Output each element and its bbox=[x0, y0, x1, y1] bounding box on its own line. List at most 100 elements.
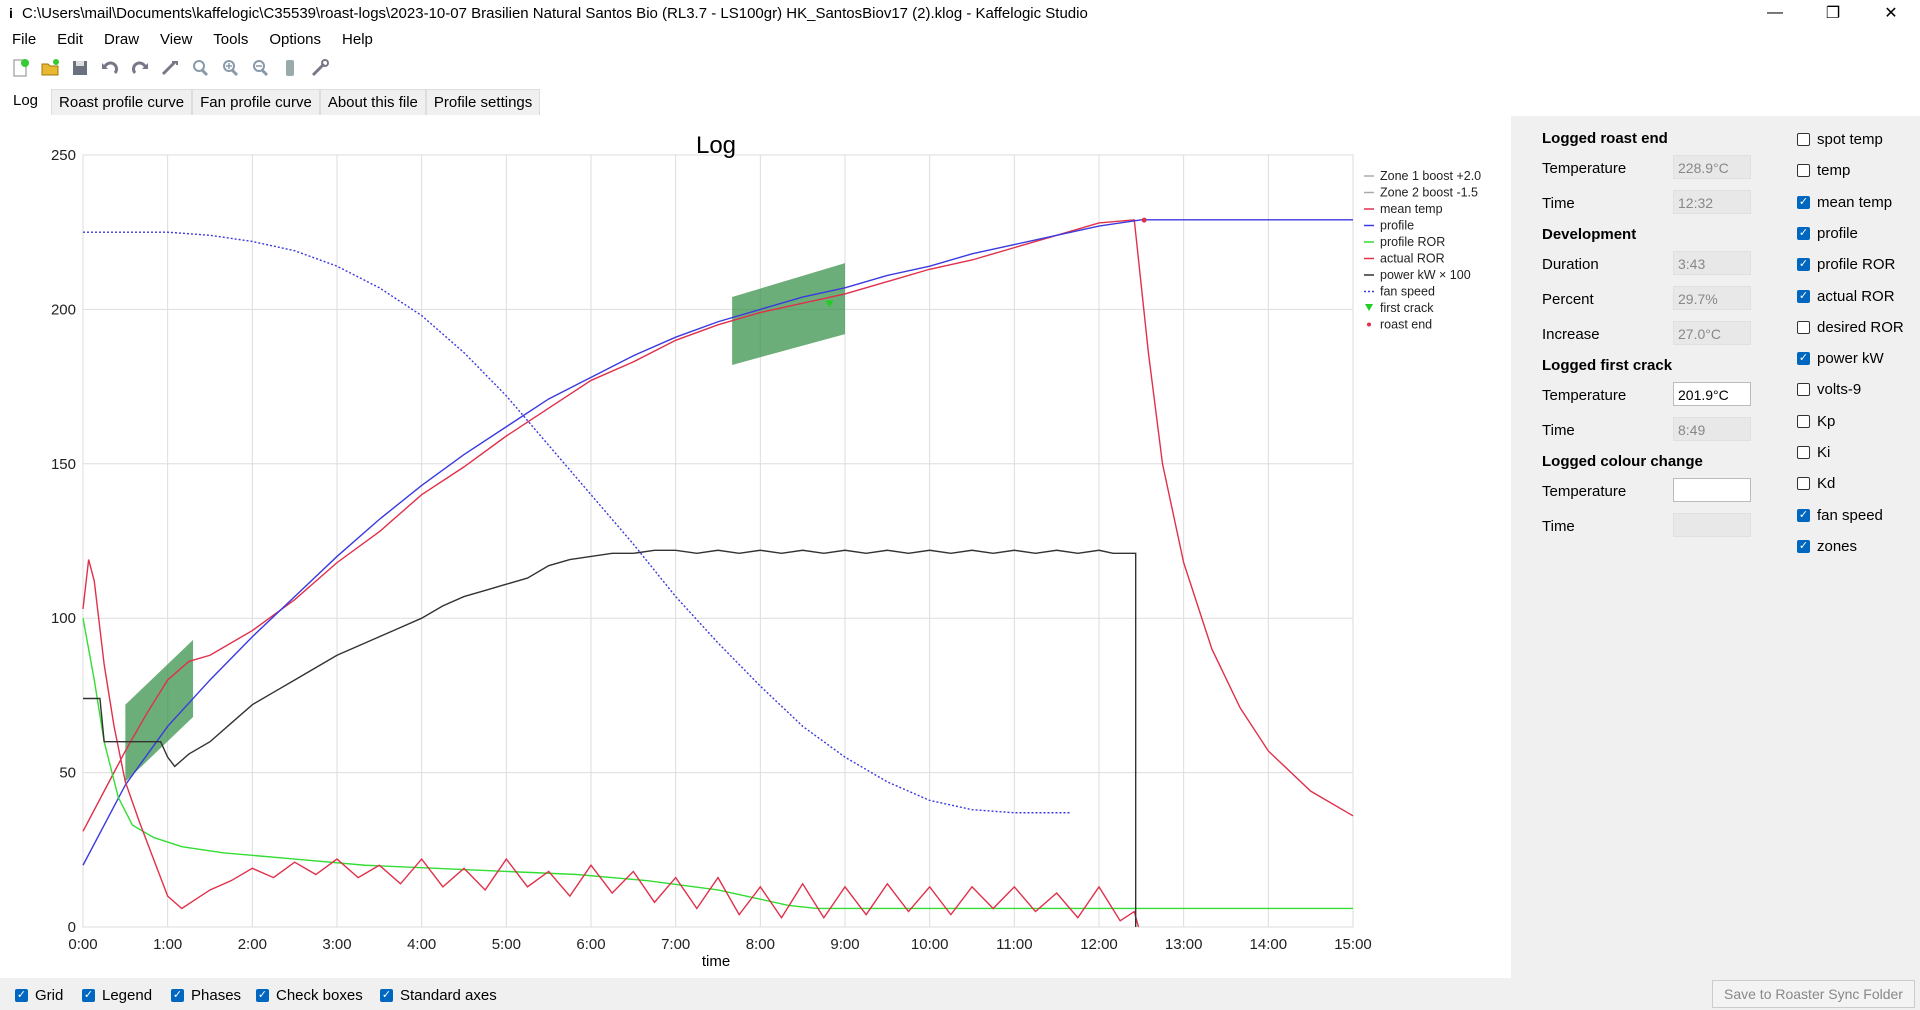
minimize-button[interactable]: — bbox=[1746, 0, 1804, 26]
checkbox-desired-ror[interactable]: desired ROR bbox=[1797, 319, 1904, 336]
legend-item: roast end bbox=[1380, 318, 1432, 332]
chart-title: Log bbox=[696, 132, 736, 159]
checked-checkbox-icon[interactable]: ✓ bbox=[82, 989, 95, 1002]
menu-view[interactable]: View bbox=[148, 31, 201, 48]
checkbox-power-kw[interactable]: ✓ power kW bbox=[1797, 350, 1884, 367]
x-tick-label: 2:00 bbox=[238, 936, 267, 953]
checked-checkbox-icon[interactable]: ✓ bbox=[1797, 352, 1810, 366]
y-tick-label: 250 bbox=[51, 147, 76, 164]
x-axis-label: time bbox=[702, 953, 730, 970]
checked-checkbox-icon[interactable]: ✓ bbox=[380, 989, 393, 1002]
roaster-icon[interactable] bbox=[278, 56, 302, 80]
close-button[interactable]: ✕ bbox=[1862, 0, 1920, 26]
x-tick-label: 15:00 bbox=[1334, 936, 1372, 953]
checkbox-kd[interactable]: Kd bbox=[1797, 475, 1835, 492]
x-tick-label: 13:00 bbox=[1165, 936, 1203, 953]
checkbox-label: zones bbox=[1817, 537, 1858, 555]
unchecked-checkbox-icon[interactable] bbox=[1797, 320, 1810, 334]
checked-checkbox-icon[interactable]: ✓ bbox=[1797, 226, 1810, 240]
tab-log[interactable]: Log bbox=[0, 89, 52, 115]
checkbox-legend[interactable]: ✓ Legend bbox=[82, 987, 152, 1004]
unchecked-checkbox-icon[interactable] bbox=[1797, 383, 1810, 397]
checkbox-label: Standard axes bbox=[400, 987, 497, 1004]
settings-wand-icon[interactable] bbox=[308, 56, 332, 80]
menu-options[interactable]: Options bbox=[257, 31, 330, 48]
checkbox-label: Legend bbox=[102, 987, 153, 1004]
save-icon[interactable] bbox=[68, 56, 92, 80]
checked-checkbox-icon[interactable]: ✓ bbox=[256, 989, 269, 1002]
title-bar: i C:\Users\mail\Documents\kaffelogic\C35… bbox=[0, 0, 1920, 26]
unchecked-checkbox-icon[interactable] bbox=[1797, 164, 1810, 178]
new-file-icon[interactable] bbox=[8, 56, 32, 80]
legend-item: first crack bbox=[1380, 301, 1434, 315]
x-tick-label: 12:00 bbox=[1080, 936, 1118, 953]
checkbox-grid[interactable]: ✓ Grid bbox=[15, 987, 63, 1004]
checkbox-label: desired ROR bbox=[1817, 318, 1904, 336]
tab-bar: Log Roast profile curve Fan profile curv… bbox=[0, 89, 541, 115]
menu-tools[interactable]: Tools bbox=[201, 31, 257, 48]
first-crack-temp-input[interactable]: 201.9°C bbox=[1673, 382, 1751, 406]
menu-edit[interactable]: Edit bbox=[45, 31, 92, 48]
checkbox-label: mean temp bbox=[1817, 193, 1893, 211]
redo-icon[interactable] bbox=[128, 56, 152, 80]
colour-change-temp-input[interactable] bbox=[1673, 478, 1751, 502]
development-heading: Development bbox=[1542, 226, 1637, 243]
checkbox-spot-temp[interactable]: spot temp bbox=[1797, 131, 1883, 148]
menu-draw[interactable]: Draw bbox=[92, 31, 148, 48]
checkbox-standard-axes[interactable]: ✓ Standard axes bbox=[380, 987, 497, 1004]
undo-icon[interactable] bbox=[98, 56, 122, 80]
checked-checkbox-icon[interactable]: ✓ bbox=[171, 989, 184, 1002]
percent-field: 29.7% bbox=[1673, 286, 1751, 310]
checkbox-volts-9[interactable]: volts-9 bbox=[1797, 381, 1861, 398]
unchecked-checkbox-icon[interactable] bbox=[1797, 133, 1810, 146]
tab-profile-settings[interactable]: Profile settings bbox=[425, 89, 541, 115]
menu-help[interactable]: Help bbox=[330, 31, 382, 48]
checkbox-temp[interactable]: temp bbox=[1797, 162, 1850, 179]
x-tick-label: 7:00 bbox=[661, 936, 690, 953]
checked-checkbox-icon[interactable]: ✓ bbox=[1797, 539, 1810, 553]
zoom-in-icon[interactable] bbox=[218, 56, 242, 80]
menu-file[interactable]: File bbox=[0, 31, 45, 48]
increase-field: 27.0°C bbox=[1673, 321, 1751, 345]
x-tick-label: 14:00 bbox=[1250, 936, 1288, 953]
log-chart[interactable]: 0:00 1:00 2:00 3:00 4:00 5:00 6:00 7:00 8:00 9:00… bbox=[4, 116, 1511, 978]
checkbox-label: power kW bbox=[1817, 350, 1884, 368]
unchecked-checkbox-icon[interactable] bbox=[1797, 477, 1810, 491]
checkbox-mean-temp[interactable]: ✓ mean temp bbox=[1797, 194, 1892, 211]
checkbox-actual-ror[interactable]: ✓ actual ROR bbox=[1797, 288, 1895, 305]
checked-checkbox-icon[interactable]: ✓ bbox=[1797, 195, 1810, 209]
save-to-roaster-sync-folder-button[interactable]: Save to Roaster Sync Folder bbox=[1712, 980, 1915, 1008]
checkbox-label: profile bbox=[1817, 224, 1858, 242]
checkbox-profile[interactable]: ✓ profile bbox=[1797, 225, 1858, 242]
checkbox-phases[interactable]: ✓ Phases bbox=[171, 987, 241, 1004]
app-info-icon: i bbox=[9, 5, 13, 21]
checkbox-check-boxes[interactable]: ✓ Check boxes bbox=[256, 987, 363, 1004]
restore-button[interactable]: ❐ bbox=[1804, 0, 1862, 26]
legend-swatch bbox=[1365, 304, 1373, 311]
tab-fan-profile-curve[interactable]: Fan profile curve bbox=[192, 89, 320, 115]
checked-checkbox-icon[interactable]: ✓ bbox=[1797, 508, 1810, 522]
unchecked-checkbox-icon[interactable] bbox=[1797, 414, 1810, 428]
x-tick-label: 11:00 bbox=[996, 936, 1032, 953]
measure-icon[interactable] bbox=[158, 56, 182, 80]
zoom-out-icon[interactable] bbox=[248, 56, 272, 80]
checkbox-ki[interactable]: Ki bbox=[1797, 444, 1830, 461]
checked-checkbox-icon[interactable]: ✓ bbox=[1797, 258, 1810, 272]
unchecked-checkbox-icon[interactable] bbox=[1797, 446, 1810, 459]
checked-checkbox-icon[interactable]: ✓ bbox=[1797, 289, 1810, 303]
tab-roast-profile-curve[interactable]: Roast profile curve bbox=[51, 89, 193, 115]
y-tick-label: 200 bbox=[51, 301, 76, 318]
checkbox-profile-ror[interactable]: ✓ profile ROR bbox=[1797, 256, 1895, 273]
chart-panel: 0:00 1:00 2:00 3:00 4:00 5:00 6:00 7:00 8:00 9:00… bbox=[4, 116, 1511, 978]
checkbox-kp[interactable]: Kp bbox=[1797, 413, 1835, 430]
checkbox-zones[interactable]: ✓ zones bbox=[1797, 538, 1857, 555]
window-title: C:\Users\mail\Documents\kaffelogic\C3553… bbox=[22, 4, 1088, 22]
checkbox-fan-speed[interactable]: ✓ fan speed bbox=[1797, 507, 1883, 524]
zoom-reset-icon[interactable] bbox=[188, 56, 212, 80]
tab-about-this-file[interactable]: About this file bbox=[319, 89, 426, 115]
y-tick-label: 100 bbox=[51, 610, 76, 627]
checkbox-label: actual ROR bbox=[1817, 287, 1895, 305]
checked-checkbox-icon[interactable]: ✓ bbox=[15, 989, 28, 1002]
logged-colour-change-heading: Logged colour change bbox=[1542, 453, 1703, 470]
open-folder-icon[interactable] bbox=[38, 56, 62, 80]
